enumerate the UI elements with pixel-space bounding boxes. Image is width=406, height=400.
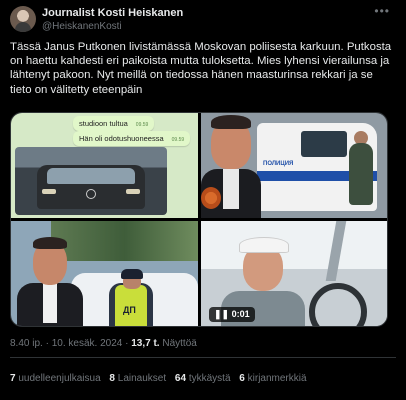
author-name[interactable]: Journalist Kosti Heiskanen xyxy=(42,7,183,19)
views-count: 13,7 t. xyxy=(131,338,160,349)
chat-bubble: Hän oli odotushuoneessa 09.59 xyxy=(73,131,191,146)
chat-bubble: studioon tultua 09.59 xyxy=(73,116,155,131)
reposts-stat[interactable]: 7 uudelleenjulkaisua xyxy=(10,373,101,384)
tweet-date[interactable]: 10. kesäk. 2024 xyxy=(52,338,123,349)
car-photo xyxy=(15,147,167,215)
media-image-officer[interactable]: ДП xyxy=(11,221,198,326)
bookmarks-stat[interactable]: 6 kirjanmerkkiä xyxy=(239,373,306,384)
more-options-icon[interactable]: ••• xyxy=(374,4,390,18)
divider xyxy=(10,357,396,358)
tweet-header: Journalist Kosti Heiskanen @HeiskanenKos… xyxy=(10,4,396,38)
pause-icon: ❚❚ xyxy=(214,309,230,319)
media-image-police-van[interactable]: ПОЛИЦИЯ xyxy=(201,113,387,218)
likes-stat[interactable]: 64 tykkäystä xyxy=(175,373,231,384)
tweet-time[interactable]: 8.40 ip. xyxy=(10,338,43,349)
author-handle[interactable]: @HeiskanenKosti xyxy=(42,21,122,32)
tweet-meta: 8.40 ip. · 10. kesäk. 2024 · 13,7 t. Näy… xyxy=(10,338,197,349)
views-label: Näyttöä xyxy=(162,338,197,349)
media-video[interactable]: ❚❚ 0:01 xyxy=(201,221,387,326)
avatar[interactable] xyxy=(10,6,36,32)
media-image-chat[interactable]: studioon tultua 09.59 Hän oli odotushuone… xyxy=(11,113,198,218)
engagement-stats: 7 uudelleenjulkaisua 8 Lainaukset 64 tyk… xyxy=(10,373,313,384)
quotes-stat[interactable]: 8 Lainaukset xyxy=(109,373,166,384)
tweet-text: Tässä Janus Putkonen livistämässä Moskov… xyxy=(10,41,392,96)
media-grid: studioon tultua 09.59 Hän oli odotushuone… xyxy=(10,112,388,327)
video-duration-badge[interactable]: ❚❚ 0:01 xyxy=(209,307,255,322)
van-label: ПОЛИЦИЯ xyxy=(263,161,294,167)
walking-person xyxy=(349,143,373,205)
